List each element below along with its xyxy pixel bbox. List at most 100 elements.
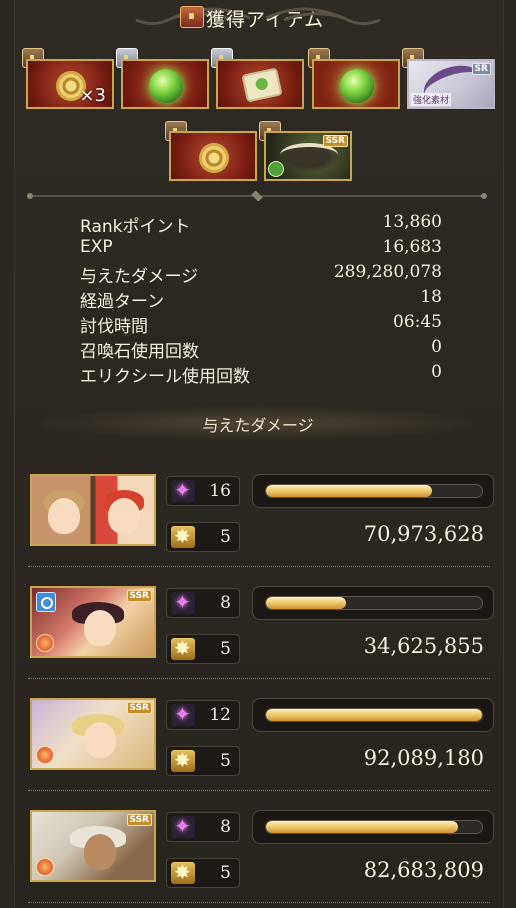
ring-icon: [36, 592, 56, 612]
damage-bar-fill: [266, 709, 482, 721]
skill-spark-icon: [171, 590, 195, 614]
item-tile[interactable]: [216, 59, 304, 109]
item-tile[interactable]: SR 強化素材: [407, 59, 495, 109]
green-orb-icon: [340, 69, 374, 103]
stat-turns: 経過ターン 18: [80, 287, 442, 312]
character-portrait[interactable]: SSR: [30, 586, 156, 658]
item-tile[interactable]: [312, 59, 400, 109]
skill-spark-icon: [171, 478, 195, 502]
divider: [27, 191, 487, 201]
damage-value: 34,625,855: [363, 634, 484, 658]
rarity-badge: SR: [471, 63, 491, 75]
rarity-badge: SSR: [126, 590, 152, 602]
skill-count-box: 12: [166, 700, 240, 730]
stat-label: 与えたダメージ: [80, 267, 199, 287]
material-label: 強化素材: [411, 93, 452, 106]
charge-attack-box: 5: [166, 746, 240, 776]
stat-value: 16,683: [382, 237, 442, 257]
stat-elixir-uses: エリクシール使用回数 0: [80, 362, 442, 387]
stat-label: 召喚石使用回数: [80, 342, 199, 362]
row-separator: [28, 678, 490, 679]
charge-attack-box: 5: [166, 858, 240, 888]
character-portrait[interactable]: SSR: [30, 810, 156, 882]
charge-attack-icon: [171, 748, 195, 772]
character-damage-row: SSR 12 5 92,089,180: [28, 696, 494, 796]
skill-spark-icon: [171, 814, 195, 838]
stat-summon-uses: 召喚石使用回数 0: [80, 337, 442, 362]
stat-time: 討伐時間 06:45: [80, 312, 442, 337]
damage-bar-fill: [266, 597, 346, 609]
damage-bar-track: [265, 820, 483, 834]
stat-label: EXP: [80, 237, 113, 257]
stat-value: 289,280,078: [333, 262, 442, 282]
fire-element-icon: [36, 634, 54, 652]
skill-count-box: 8: [166, 588, 240, 618]
fire-element-icon: [36, 858, 54, 876]
charge-attack-box: 5: [166, 522, 240, 552]
charge-count: 5: [220, 639, 231, 659]
character-damage-row: 16 5 70,973,628: [28, 472, 494, 572]
damage-bar-frame: [252, 698, 494, 732]
wind-element-icon: [268, 161, 284, 177]
item-tile[interactable]: [121, 59, 209, 109]
stat-value: 18: [420, 287, 442, 307]
gear-item-icon: [199, 143, 229, 173]
scroll-icon: [241, 67, 283, 103]
damage-value: 70,973,628: [363, 522, 484, 546]
charge-count: 5: [220, 527, 231, 547]
skill-count: 12: [209, 705, 231, 725]
item-tile[interactable]: SSR: [264, 131, 352, 181]
character-portrait[interactable]: SSR: [30, 698, 156, 770]
damage-bar-fill: [266, 485, 433, 497]
character-portrait[interactable]: [30, 474, 156, 546]
damage-bar-frame: [252, 810, 494, 844]
stat-label: 討伐時間: [80, 317, 148, 337]
character-damage-row: SSR 8 5 34,625,855: [28, 584, 494, 684]
portrait-face: [108, 498, 140, 534]
battle-stats: Rankポイント 13,860 EXP 16,683 与えたダメージ 289,2…: [80, 212, 442, 387]
damage-value: 82,683,809: [363, 858, 484, 882]
stat-rank-points: Rankポイント 13,860: [80, 212, 442, 237]
damage-bar-fill: [266, 821, 459, 833]
damage-bar-track: [265, 708, 483, 722]
portrait-face: [48, 498, 80, 534]
stat-value: 06:45: [393, 312, 442, 332]
rarity-badge: SSR: [126, 702, 152, 714]
portrait-face: [84, 722, 116, 758]
item-tile[interactable]: [169, 131, 257, 181]
stat-label: エリクシール使用回数: [80, 367, 250, 387]
items-header: 獲得アイテム: [0, 0, 516, 36]
stat-label: Rankポイント: [80, 217, 191, 237]
damage-bar-track: [265, 484, 483, 498]
green-orb-icon: [149, 69, 183, 103]
stat-value: 0: [431, 362, 442, 382]
damage-bar-frame: [252, 586, 494, 620]
charge-attack-icon: [171, 860, 195, 884]
chest-icon: [180, 6, 204, 28]
row-separator: [28, 566, 490, 567]
row-separator: [28, 902, 490, 903]
skill-spark-icon: [171, 702, 195, 726]
stat-value: 13,860: [382, 212, 442, 232]
damage-bar-track: [265, 596, 483, 610]
stat-exp: EXP 16,683: [80, 237, 442, 262]
rarity-badge: SSR: [126, 814, 152, 826]
skill-count-box: 8: [166, 812, 240, 842]
charge-attack-icon: [171, 636, 195, 660]
charge-attack-box: 5: [166, 634, 240, 664]
charge-count: 5: [220, 863, 231, 883]
stat-value: 0: [431, 337, 442, 357]
portrait-face: [84, 610, 116, 646]
skill-count-box: 16: [166, 476, 240, 506]
portrait-face: [84, 834, 116, 870]
stat-damage: 与えたダメージ 289,280,078: [80, 262, 442, 287]
stat-label: 経過ターン: [80, 292, 165, 312]
item-tile[interactable]: ×3: [26, 59, 114, 109]
ornament-right-icon: [265, 7, 381, 26]
item-count: ×3: [79, 85, 106, 106]
row-separator: [28, 790, 490, 791]
character-damage-row: SSR 8 5 82,683,809: [28, 808, 494, 908]
damage-bar-frame: [252, 474, 494, 508]
damage-section-title: 与えたダメージ: [202, 416, 314, 435]
damage-value: 92,089,180: [363, 746, 484, 770]
